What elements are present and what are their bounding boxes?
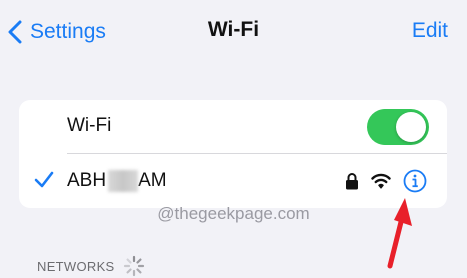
info-icon[interactable] <box>403 169 427 193</box>
lock-icon <box>346 173 358 190</box>
wifi-card: Wi-Fi ABH AM <box>19 100 447 208</box>
wifi-toggle[interactable] <box>367 109 429 145</box>
edit-button[interactable]: Edit <box>412 19 448 43</box>
network-name-prefix: ABH <box>67 170 107 191</box>
wifi-icon <box>371 173 391 189</box>
wifi-toggle-row: Wi-Fi <box>19 100 447 154</box>
wifi-label: Wi-Fi <box>67 115 112 136</box>
arrow-icon <box>387 198 412 269</box>
network-name: ABH AM <box>67 170 167 192</box>
networks-section-header: NETWORKS <box>37 255 145 277</box>
checkmark-icon <box>34 171 54 188</box>
section-label: NETWORKS <box>37 258 115 274</box>
toggle-knob <box>396 112 426 142</box>
spinner-icon <box>123 255 144 277</box>
connected-network-row[interactable]: ABH AM <box>19 154 447 208</box>
redacted-text <box>108 170 139 192</box>
page-title: Wi-Fi <box>207 18 260 41</box>
navigation-bar: Settings Wi-Fi Edit <box>0 0 467 62</box>
network-name-suffix: AM <box>138 170 167 191</box>
